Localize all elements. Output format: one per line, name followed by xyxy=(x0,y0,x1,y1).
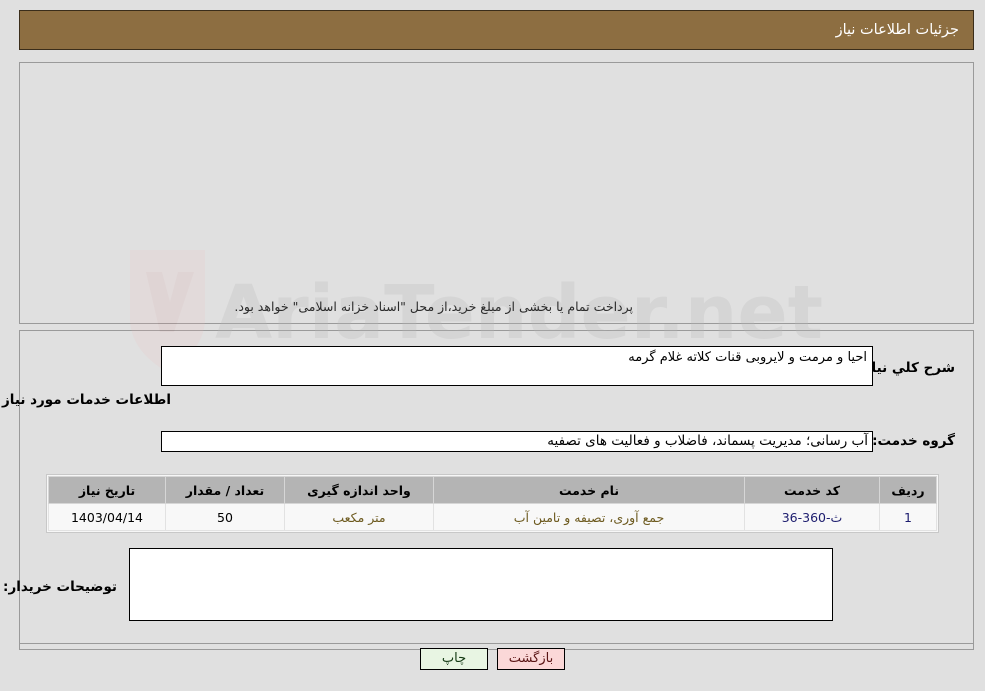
service-group-field[interactable]: آب رسانی؛ مدیریت پسماند، فاضلاب و فعالیت… xyxy=(161,431,873,452)
col-unit: واحد اندازه گیری xyxy=(284,476,434,504)
services-section-title: اطلاعات خدمات مورد نیاز xyxy=(1,392,171,408)
services-table-container: ردیف کد خدمت نام خدمت واحد اندازه گیری ت… xyxy=(46,474,939,533)
table-header-row: ردیف کد خدمت نام خدمت واحد اندازه گیری ت… xyxy=(48,476,937,504)
buyer-notes-textarea[interactable] xyxy=(129,548,833,621)
cell-qty: 50 xyxy=(165,503,285,531)
general-desc-textarea[interactable]: احیا و مرمت و لایروبی قنات کلاته غلام گر… xyxy=(161,346,873,386)
col-code: کد خدمت xyxy=(744,476,880,504)
cell-unit: متر مکعب xyxy=(284,503,434,531)
buyer-notes-label: توضیحات خریدار: xyxy=(3,579,117,595)
services-table: ردیف کد خدمت نام خدمت واحد اندازه گیری ت… xyxy=(48,476,937,531)
col-date: تاریخ نیاز xyxy=(48,476,166,504)
service-group-label: گروه خدمت: xyxy=(872,433,955,449)
back-button[interactable]: بازگشت xyxy=(497,648,565,670)
col-qty: تعداد / مقدار xyxy=(165,476,285,504)
need-info-panel xyxy=(19,62,974,324)
print-button[interactable]: چاپ xyxy=(420,648,488,670)
col-row: ردیف xyxy=(879,476,937,504)
page-header-bar: جزئیات اطلاعات نیاز xyxy=(19,10,974,50)
table-row[interactable]: 1 ث-360-36 جمع آوری، تصیفه و تامین آب مت… xyxy=(48,503,937,531)
cell-date: 1403/04/14 xyxy=(48,503,166,531)
cell-row: 1 xyxy=(879,503,937,531)
footer-separator xyxy=(19,643,974,644)
payment-note: پرداخت تمام یا بخشی از مبلغ خرید،از محل … xyxy=(234,299,633,314)
col-name: نام خدمت xyxy=(433,476,745,504)
footer-button-strip: بازگشت چاپ xyxy=(0,648,985,670)
page-title: جزئیات اطلاعات نیاز xyxy=(835,22,959,38)
cell-code: ث-360-36 xyxy=(744,503,880,531)
cell-name: جمع آوری، تصیفه و تامین آب xyxy=(433,503,745,531)
